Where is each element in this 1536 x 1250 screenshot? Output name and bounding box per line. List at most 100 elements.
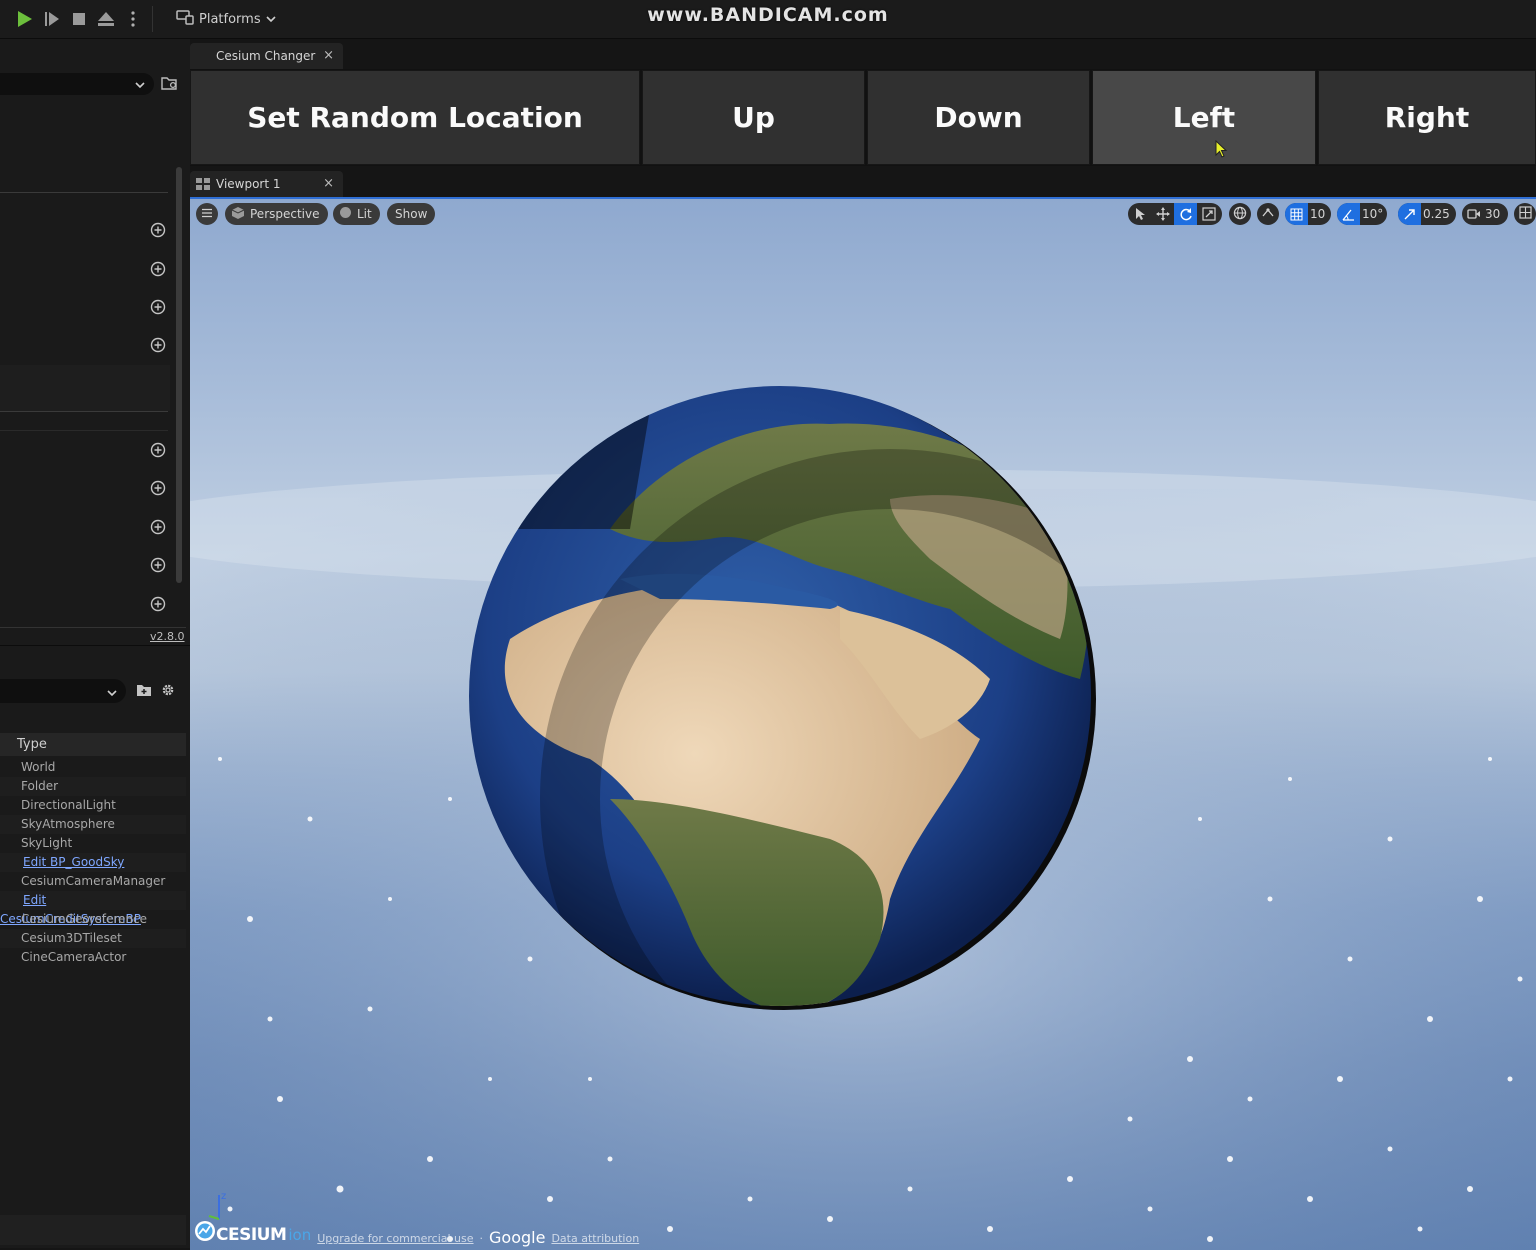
tab-cesium-changer[interactable]: Cesium Changer × [190, 43, 343, 69]
map-credits: CESIUM ion Upgrade for commercial use · G… [194, 1218, 639, 1248]
panel-splitter[interactable] [0, 645, 190, 646]
outliner-row[interactable]: Folder [0, 777, 186, 796]
panel-section-header [0, 365, 170, 411]
cesium-changer-panel: Set Random Location Up Down Left Right [190, 69, 1536, 166]
show-label: Show [395, 207, 428, 221]
tab-strip [190, 39, 1536, 69]
close-icon[interactable]: × [323, 48, 334, 63]
outliner-row[interactable]: CesiumGeoreference [0, 910, 186, 929]
up-button[interactable]: Up [642, 70, 865, 165]
outliner-row[interactable]: DirectionalLight [0, 796, 186, 815]
surface-snap-icon [1261, 206, 1275, 223]
outliner-search-dropdown[interactable] [0, 679, 126, 703]
outliner-footer [0, 1215, 186, 1245]
scale-tool-icon[interactable] [1197, 203, 1220, 225]
viewport-layout-button[interactable] [1514, 203, 1536, 225]
lit-label: Lit [357, 207, 372, 221]
outliner-row[interactable]: SkyAtmosphere [0, 815, 186, 834]
grid-snap-value[interactable]: 10 [1308, 207, 1325, 221]
chevron-down-icon [134, 76, 146, 95]
data-attribution-link[interactable]: Data attribution [551, 1232, 639, 1245]
viewport-menu-button[interactable] [196, 203, 218, 225]
plugin-version-link[interactable]: v2.8.0 [150, 630, 185, 643]
add-circle-icon[interactable] [150, 519, 166, 535]
transform-tools [1128, 203, 1222, 225]
camera-speed-group: 30 [1462, 203, 1508, 225]
camera-speed-icon[interactable] [1462, 203, 1485, 225]
add-circle-icon[interactable] [150, 442, 166, 458]
scale-snap-icon[interactable] [1398, 203, 1421, 225]
ion-wordmark: ion [288, 1226, 312, 1244]
add-circle-icon[interactable] [150, 222, 166, 238]
perspective-dropdown[interactable]: Perspective [225, 203, 328, 225]
panel-dropdown[interactable] [0, 73, 154, 95]
hamburger-icon [201, 207, 213, 221]
section-divider [0, 627, 186, 628]
section-divider [0, 411, 168, 412]
edit-blueprint-link[interactable]: Edit BP_GoodSky [0, 855, 124, 869]
tab-strip [190, 166, 1536, 197]
add-circle-icon[interactable] [150, 261, 166, 277]
perspective-label: Perspective [250, 207, 320, 221]
globe-icon [1233, 206, 1247, 223]
outliner-row[interactable]: Cesium3DTileset [0, 929, 186, 948]
add-circle-icon[interactable] [150, 337, 166, 353]
world-local-toggle[interactable] [1229, 203, 1251, 225]
viewport-layout-icon [196, 178, 210, 193]
main-toolbar: Platforms www.BANDICAM.com [0, 0, 1536, 39]
add-folder-icon[interactable] [136, 682, 154, 702]
rotation-snap-value[interactable]: 10° [1360, 207, 1383, 221]
angle-snap-icon[interactable] [1337, 203, 1360, 225]
outliner-row[interactable]: CineCameraActor [0, 948, 186, 967]
outliner-row[interactable]: World [0, 758, 186, 777]
outliner-type-column-header[interactable]: Type [0, 733, 186, 756]
close-icon[interactable]: × [323, 176, 334, 191]
upgrade-link[interactable]: Upgrade for commercial use [317, 1232, 473, 1245]
section-divider [0, 430, 168, 431]
svg-text:z: z [221, 1191, 226, 1202]
credit-separator: · [479, 1232, 484, 1245]
tab-viewport[interactable]: Viewport 1 × [190, 171, 343, 197]
cesium-logo-icon [194, 1220, 216, 1246]
scale-snap-group: 0.25 [1398, 203, 1456, 225]
tab-label: Cesium Changer [216, 49, 316, 63]
lit-sphere-icon [339, 206, 352, 222]
left-button[interactable]: Left [1092, 70, 1316, 165]
cube-icon [231, 206, 245, 223]
level-viewport[interactable]: Perspective Lit Show 10 10° 0.25 30 z CE… [190, 197, 1536, 1250]
grid-snap-group: 10 [1285, 203, 1331, 225]
panel-scrollbar[interactable] [176, 167, 182, 583]
camera-speed-value[interactable]: 30 [1485, 207, 1500, 221]
add-circle-icon[interactable] [150, 596, 166, 612]
cesium-wordmark: CESIUM [216, 1225, 287, 1245]
recording-watermark: www.BANDICAM.com [647, 4, 889, 26]
rotation-snap-group: 10° [1337, 203, 1387, 225]
chevron-down-icon [106, 684, 118, 703]
surface-snapping-toggle[interactable] [1257, 203, 1279, 225]
outliner-row[interactable]: CesiumCameraManager [0, 872, 186, 891]
left-panel: v2.8.0 Type World Folder DirectionalLigh… [0, 39, 190, 1248]
outliner-row[interactable]: Edit CesiumCreditSystemBP [0, 891, 186, 926]
scale-snap-value[interactable]: 0.25 [1421, 207, 1450, 221]
outliner-row[interactable]: Edit BP_GoodSky [0, 853, 186, 872]
down-button[interactable]: Down [867, 70, 1090, 165]
right-button[interactable]: Right [1318, 70, 1536, 165]
outliner-row[interactable]: SkyLight [0, 834, 186, 853]
browse-folder-icon[interactable] [161, 75, 179, 95]
grid-snap-icon[interactable] [1285, 203, 1308, 225]
add-circle-icon[interactable] [150, 557, 166, 573]
add-circle-icon[interactable] [150, 480, 166, 496]
layout-grid-icon [1518, 206, 1532, 222]
translate-tool-icon[interactable] [1151, 203, 1174, 225]
show-dropdown[interactable]: Show [387, 203, 436, 225]
set-random-location-button[interactable]: Set Random Location [190, 70, 640, 165]
rotate-tool-icon[interactable] [1174, 203, 1197, 225]
scene-render [190, 386, 1536, 1250]
section-divider [0, 192, 168, 193]
view-mode-dropdown[interactable]: Lit [333, 203, 380, 225]
add-circle-icon[interactable] [150, 299, 166, 315]
mouse-cursor-icon [1215, 139, 1229, 164]
select-tool-icon[interactable] [1128, 203, 1151, 225]
gear-icon[interactable] [160, 682, 176, 702]
google-credit: Google [489, 1228, 546, 1247]
